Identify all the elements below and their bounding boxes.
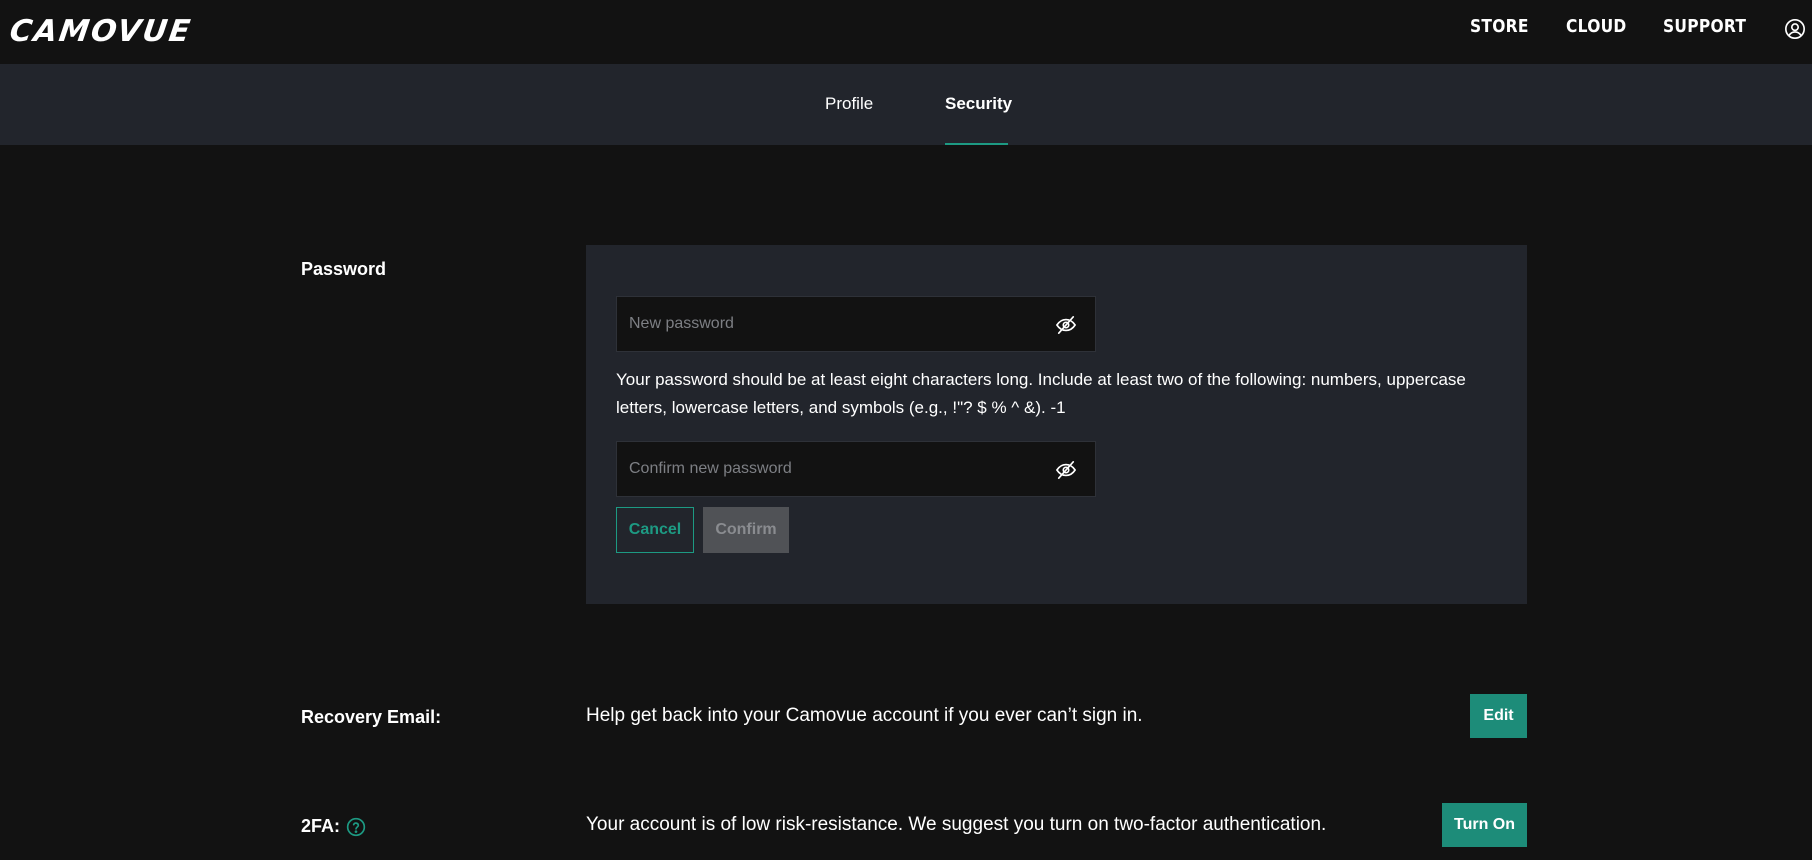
tab-security[interactable]: Security (945, 94, 1012, 114)
confirm-password-field (616, 441, 1096, 497)
cancel-button[interactable]: Cancel (616, 507, 694, 553)
edit-recovery-email-button[interactable]: Edit (1470, 694, 1527, 738)
confirm-password-input[interactable] (617, 442, 1037, 496)
turn-on-2fa-button[interactable]: Turn On (1442, 803, 1527, 847)
eye-slash-icon[interactable] (1055, 315, 1077, 335)
nav-cloud-link[interactable]: CLOUD (1566, 16, 1627, 37)
password-requirements-hint: Your password should be at least eight c… (616, 370, 1466, 417)
settings-tab-bar: Profile Security (0, 64, 1812, 145)
tab-profile[interactable]: Profile (825, 94, 873, 114)
active-tab-indicator (945, 143, 1008, 145)
twofa-description: Your account is of low risk-resistance. … (586, 814, 1327, 835)
new-password-input[interactable] (617, 297, 1037, 351)
recovery-email-description: Help get back into your Camovue account … (586, 705, 1143, 726)
new-password-field (616, 296, 1096, 352)
recovery-email-label: Recovery Email: (301, 707, 442, 727)
nav-support-link[interactable]: SUPPORT (1663, 16, 1746, 37)
question-circle-icon[interactable] (346, 817, 366, 837)
top-navigation-bar: CAMOVUE STORE CLOUD SUPPORT (0, 0, 1812, 64)
eye-slash-icon[interactable] (1055, 460, 1077, 480)
camovue-logo[interactable]: CAMOVUE (8, 14, 195, 49)
user-circle-icon[interactable] (1784, 18, 1806, 40)
nav-store-link[interactable]: STORE (1470, 16, 1529, 37)
password-section-label: Password (301, 259, 387, 279)
twofa-label: 2FA: (301, 816, 341, 836)
confirm-button[interactable]: Confirm (703, 507, 789, 553)
password-card: Your password should be at least eight c… (586, 245, 1527, 604)
